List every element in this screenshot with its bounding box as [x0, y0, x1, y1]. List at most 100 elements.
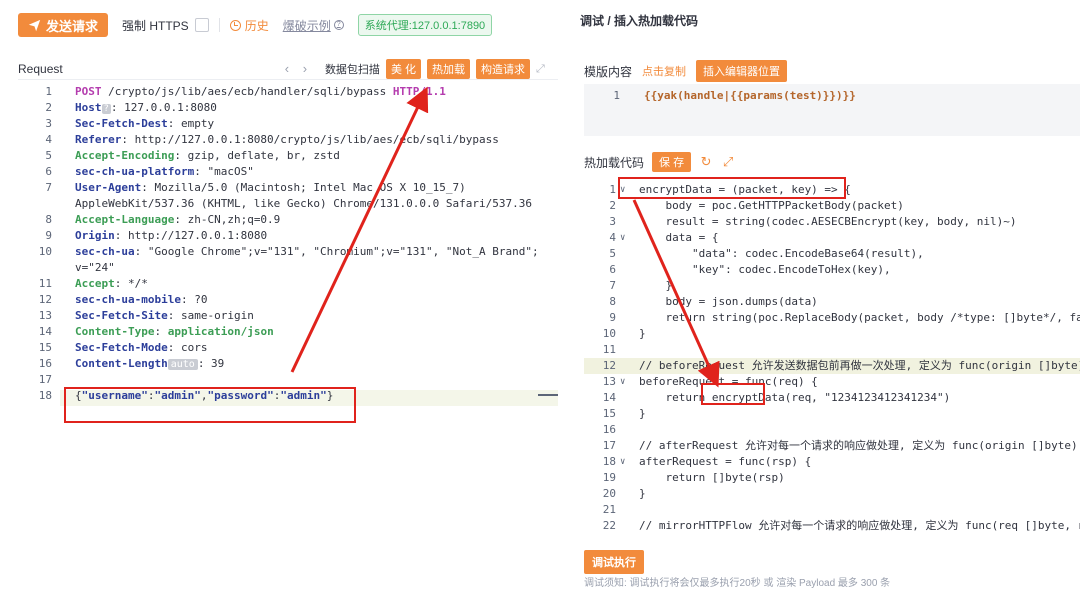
hot-code-text: body = json.dumps(data) — [639, 295, 818, 308]
paper-plane-icon — [28, 19, 41, 31]
line-number: 5 — [609, 247, 616, 260]
line-number: 9 — [45, 229, 52, 242]
refresh-icon[interactable]: ↻ — [699, 154, 713, 170]
request-code-editor[interactable]: 1 POST /crypto/js/lib/aes/ecb/handler/sql… — [18, 82, 558, 514]
hot-code-text: return encryptData(req, "123412341234123… — [639, 391, 951, 404]
line-number: 5 — [45, 149, 52, 162]
request-editor-header: Request ‹ › 数据包扫描 美 化 热加载 构造请求 ⤢ — [18, 58, 558, 80]
line-number: 13 — [602, 375, 616, 388]
hot-code-text: // afterRequest 允许对每一个请求的响应做处理, 定义为 func… — [639, 439, 1080, 452]
hot-code-line: 12 // beforeRequest 允许发送数据包前再做一次处理, 定义为 f… — [584, 358, 1080, 374]
hot-code-row: 热加载代码 保 存 ↻ ⤢ — [584, 152, 735, 172]
line-number: 1 — [609, 183, 616, 196]
brute-example-label: 爆破示例 — [282, 18, 331, 33]
fullscreen-icon[interactable]: ⤢ — [721, 154, 735, 170]
hot-code-text: // beforeRequest 允许发送数据包前再做一次处理, 定义为 fun… — [639, 359, 1080, 372]
brute-example-link[interactable]: 爆破示例 ? — [283, 17, 344, 34]
line-number: 12 — [602, 359, 616, 372]
line-number: 3 — [45, 117, 52, 130]
chevron-right-icon[interactable]: › — [299, 61, 311, 76]
code-token: Referer — [75, 133, 122, 146]
packet-scan-button[interactable]: 数据包扫描 — [325, 61, 380, 77]
fold-chevron-icon[interactable]: ∨ — [620, 374, 625, 390]
panel-title: 调试 / 插入热加载代码 — [580, 14, 699, 28]
line-number: 14 — [602, 391, 616, 404]
fold-chevron-icon[interactable]: ∨ — [620, 454, 625, 470]
hot-reload-panel: 调试 / 插入热加载代码 模版内容 点击复制 插入编辑器位置 1 {{yak(h… — [578, 0, 1080, 594]
annotation-box-encrypt-call — [701, 383, 765, 405]
hot-code-line: 3 result = string(codec.AESECBEncrypt(ke… — [584, 214, 1080, 230]
line-number: 17 — [38, 373, 52, 386]
hot-reload-button[interactable]: 热加载 — [427, 58, 470, 79]
template-code: {{yak(handle|{{params(test)}})}} — [644, 89, 856, 102]
line-number: 10 — [38, 245, 52, 258]
template-label: 模版内容 — [584, 64, 633, 79]
code-token: : */* — [114, 277, 148, 290]
code-token: : 39 — [197, 357, 225, 370]
line-number: 11 — [602, 343, 616, 356]
code-token: sec-ch-ua-mobile — [75, 293, 181, 306]
line-number: 1 — [613, 89, 620, 102]
code-token: : ?0 — [180, 293, 208, 306]
history-link[interactable]: 历史 — [229, 17, 269, 34]
line-number: 8 — [45, 213, 52, 226]
clock-icon — [229, 19, 241, 31]
hot-reload-code-editor[interactable]: 1 ∨ encryptData = (packet, key) => {2 body… — [584, 178, 1080, 534]
code-token: : empty — [167, 117, 215, 130]
force-https-checkbox[interactable] — [194, 18, 209, 32]
request-tools: ‹ › 数据包扫描 美 化 热加载 构造请求 ⤢ — [281, 58, 558, 79]
line-number: 15 — [602, 407, 616, 420]
annotation-box-encrypt-func — [618, 177, 846, 199]
save-button[interactable]: 保 存 — [652, 152, 692, 172]
debug-run-button[interactable]: 调试执行 — [584, 550, 644, 574]
hot-code-line: 9 return string(poc.ReplaceBody(packet, … — [584, 310, 1080, 326]
line-number: 15 — [38, 341, 52, 354]
code-token: Accept — [75, 277, 115, 290]
template-row: 模版内容 点击复制 插入编辑器位置 — [584, 60, 788, 82]
send-request-button[interactable]: 发送请求 — [18, 13, 109, 37]
chevron-left-icon[interactable]: ‹ — [281, 61, 293, 76]
toolbar-divider — [218, 18, 220, 32]
insert-editor-button[interactable]: 插入编辑器位置 — [696, 60, 788, 82]
code-token: AppleWebKit/537.36 (KHTML, like Gecko) C… — [75, 197, 532, 210]
code-token: POST — [75, 85, 102, 98]
request-panel: 发送请求 强制 HTTPS 历史 爆破示例 ? 系统代理:127.0.0.1:7… — [0, 0, 560, 594]
request-line-code: Accept-Encoding: gzip, deflate, br, zstd — [75, 148, 340, 164]
code-token: Origin — [75, 229, 115, 242]
fold-chevron-icon[interactable]: ∨ — [620, 230, 625, 246]
hot-code-line: 4 ∨ data = { — [584, 230, 1080, 246]
hot-code-line: 2 body = poc.GetHTTPPacketBody(packet) — [584, 198, 1080, 214]
code-token: ? — [101, 104, 111, 114]
line-number: 17 — [602, 439, 616, 452]
hot-code-text: return string(poc.ReplaceBody(packet, bo… — [639, 311, 1080, 324]
request-line-code: Sec-Fetch-Dest: empty — [75, 116, 214, 132]
code-token: Host — [75, 101, 102, 114]
code-token: : http://127.0.0.1:8080/crypto/js/lib/ae… — [121, 133, 499, 146]
hot-code-text: "data": codec.EncodeBase64(result), — [639, 247, 924, 260]
code-token: : — [154, 325, 168, 338]
expand-icon[interactable]: ⤢ — [536, 63, 548, 75]
template-editor[interactable]: 1 {{yak(handle|{{params(test)}})}} — [584, 84, 1080, 136]
code-token: Accept-Encoding — [75, 149, 175, 162]
line-number: 18 — [38, 389, 52, 402]
code-token: HTTP/1.1 — [392, 85, 446, 98]
code-token: Sec-Fetch-Site — [75, 309, 168, 322]
force-https-label: 强制 HTTPS — [122, 18, 189, 33]
editor-scroll-marker — [538, 394, 558, 396]
line-number: 16 — [602, 423, 616, 436]
hot-code-text: } — [639, 407, 646, 420]
system-proxy-badge[interactable]: 系统代理:127.0.0.1:7890 — [357, 14, 493, 36]
code-token: Accept-Language — [75, 213, 175, 226]
line-number: 1 — [45, 85, 52, 98]
copy-link[interactable]: 点击复制 — [642, 63, 686, 79]
request-line-code: Sec-Fetch-Mode: cors — [75, 340, 207, 356]
hot-code-text: // mirrorHTTPFlow 允许对每一个请求的响应做处理, 定义为 fu… — [639, 519, 1080, 532]
line-number: 8 — [609, 295, 616, 308]
request-line-code: Sec-Fetch-Site: same-origin — [75, 308, 254, 324]
build-request-button[interactable]: 构造请求 — [476, 58, 530, 79]
hot-code-line: 7 } — [584, 278, 1080, 294]
hot-code-line: 15} — [584, 406, 1080, 422]
beautify-button[interactable]: 美 化 — [385, 58, 421, 79]
line-number: 7 — [609, 279, 616, 292]
debug-note: 调试须知: 调试执行将会仅最多执行20秒 或 渲染 Payload 最多 300… — [584, 578, 891, 589]
